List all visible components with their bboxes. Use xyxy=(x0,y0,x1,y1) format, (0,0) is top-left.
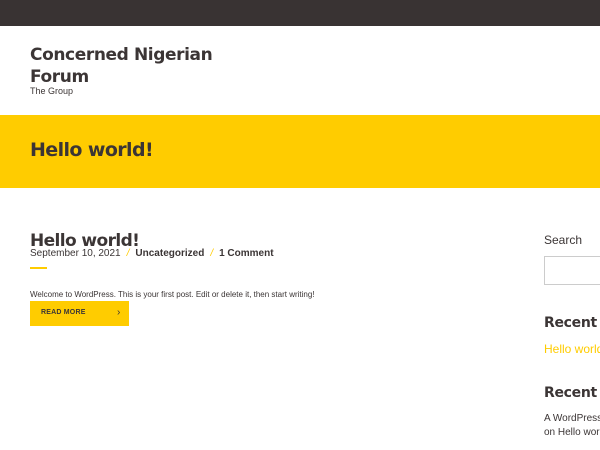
read-more-button[interactable]: READ MORE › xyxy=(30,301,129,326)
chevron-right-icon: › xyxy=(117,307,121,318)
site-header: Concerned Nigerian Forum The Group xyxy=(0,26,600,115)
post-meta: September 10, 2021 / Uncategorized / 1 Comme… xyxy=(30,248,274,259)
recent-comment-author[interactable]: A WordPress Commenter xyxy=(544,412,600,426)
page-title: Hello world! xyxy=(30,139,154,161)
meta-separator: / xyxy=(210,248,214,259)
recent-comments-heading: Recent Comments xyxy=(544,385,600,401)
post-comments-link[interactable]: 1 Comment xyxy=(219,248,273,259)
recent-posts-heading: Recent Posts xyxy=(544,315,600,331)
page-title-banner: Hello world! xyxy=(0,115,600,188)
title-accent-bar xyxy=(30,267,47,269)
recent-comment-item: A WordPress Commenter on Hello world! xyxy=(544,412,600,440)
site-title-link[interactable]: Concerned Nigerian Forum xyxy=(30,44,230,88)
sidebar: Search Recent Posts Hello world! Recent … xyxy=(544,230,600,450)
recent-comment-post-link[interactable]: on Hello world! xyxy=(544,426,600,440)
meta-separator: / xyxy=(126,248,130,259)
post-date[interactable]: September 10, 2021 xyxy=(30,248,121,259)
search-input[interactable] xyxy=(544,256,600,285)
post-excerpt: Welcome to WordPress. This is your first… xyxy=(30,290,315,299)
search-label: Search xyxy=(544,233,583,247)
recent-post-link[interactable]: Hello world! xyxy=(544,342,600,356)
site-tagline: The Group xyxy=(30,86,74,96)
post-category-link[interactable]: Uncategorized xyxy=(135,248,204,259)
top-bar xyxy=(0,0,600,26)
read-more-label: READ MORE xyxy=(41,309,86,316)
